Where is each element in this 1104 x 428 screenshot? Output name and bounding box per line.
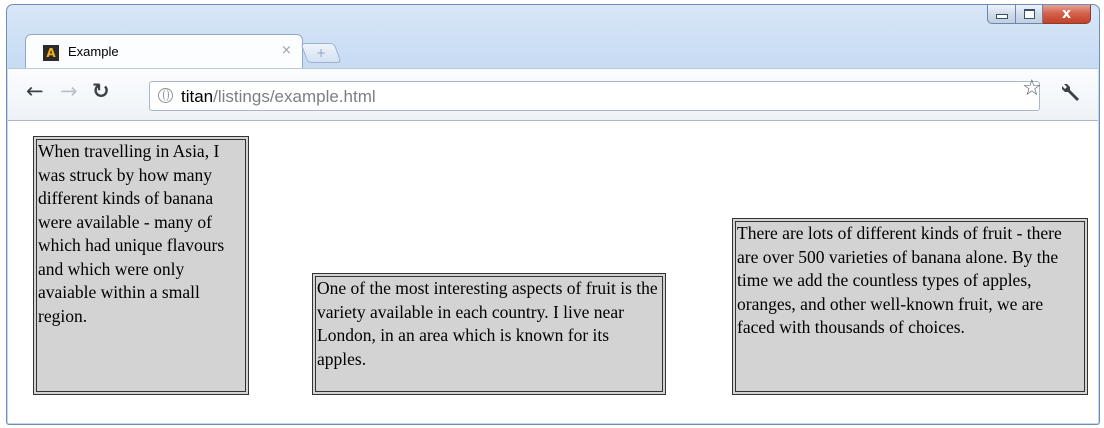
window-controls: x [987,5,1091,26]
browser-window: x A Example × + ← → ↻ titan/listings/exa… [6,4,1100,425]
maximize-button[interactable] [1016,5,1043,24]
tab-title: Example [68,44,119,59]
globe-icon [158,88,173,103]
tab-close-button[interactable]: × [281,43,292,58]
close-icon: x [1061,5,1072,22]
paragraph-variety: One of the most interesting aspects of f… [312,273,666,395]
favicon-icon: A [43,45,59,61]
back-arrow-icon[interactable]: ← [26,81,44,102]
plus-icon: + [315,46,327,60]
star-icon[interactable]: ☆ [1022,78,1042,100]
close-window-button[interactable]: x [1043,5,1091,24]
url-text: titan/listings/example.html [181,87,376,107]
tab-example[interactable]: A Example × [25,34,303,68]
url-host: titan [181,87,214,106]
page-content: When travelling in Asia, I was struck by… [8,120,1098,423]
minimize-icon [995,14,1008,19]
reload-icon[interactable]: ↻ [92,81,110,102]
wrench-icon[interactable] [1060,81,1082,103]
minimize-button[interactable] [987,5,1016,24]
url-path: /listings/example.html [213,87,376,106]
maximize-icon [1023,8,1035,19]
paragraph-asia: When travelling in Asia, I was struck by… [33,136,249,395]
browser-toolbar: ← → ↻ titan/listings/example.html ☆ [8,68,1098,120]
forward-arrow-icon[interactable]: → [60,81,78,102]
new-tab-button[interactable]: + [300,43,342,63]
paragraph-kinds: There are lots of different kinds of fru… [732,218,1088,395]
address-bar[interactable]: titan/listings/example.html [149,81,1040,111]
